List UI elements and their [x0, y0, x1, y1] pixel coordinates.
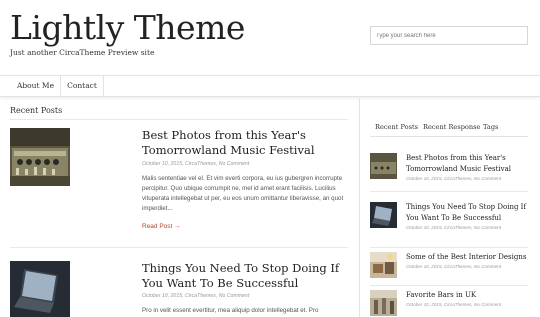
site-tagline: Just another CircaTheme Preview site	[10, 48, 155, 57]
post-excerpt: Pro in velit essent evertitur, mea aliqu…	[142, 307, 319, 314]
tab-recent-posts[interactable]: Recent Posts	[375, 123, 418, 131]
sidebar-post-title[interactable]: Best Photos from this Year's Tomorrowlan…	[406, 153, 528, 175]
sidebar-post-meta: October 10, 2015, CircaThemes, No Commen…	[406, 225, 501, 230]
post-meta: October 10, 2015, CircaThemes, No Commen…	[142, 161, 250, 167]
post-excerpt: Malis sententiae vel el. Et vim everti c…	[142, 175, 344, 212]
post-thumbnail-mixer[interactable]	[10, 128, 70, 186]
sidebar-tabs: Recent Posts Recent Response Tags	[370, 119, 528, 137]
post-divider	[10, 247, 348, 248]
sidebar-thumbnail-mixer[interactable]	[370, 153, 397, 179]
sidebar-post-title[interactable]: Favorite Bars in UK	[406, 290, 528, 301]
nav-item-contact[interactable]: Contact	[61, 76, 104, 96]
post-meta: October 10, 2015, CircaThemes, No Commen…	[142, 293, 250, 299]
sidebar-divider	[370, 191, 528, 192]
sidebar-thumbnail-bar[interactable]	[370, 290, 397, 316]
main-navigation: About Me Contact	[0, 75, 540, 97]
sidebar-divider	[370, 247, 528, 248]
sidebar-post-meta: October 10, 2015, CircaThemes, No Commen…	[406, 176, 501, 181]
sidebar-thumbnail-interior[interactable]	[370, 252, 397, 278]
sidebar-post-meta: October 10, 2015, CircaThemes, No Commen…	[406, 302, 501, 307]
sidebar-divider	[370, 285, 528, 286]
post-thumbnail-laptop[interactable]	[10, 261, 70, 317]
sidebar-post-title[interactable]: Some of the Best Interior Designs	[406, 252, 528, 263]
sidebar-post-title[interactable]: Things You Need To Stop Doing If You Wan…	[406, 202, 528, 224]
tab-tags[interactable]: Tags	[483, 123, 498, 131]
read-more-link[interactable]: Read Post →	[142, 223, 181, 230]
nav-item-about-me[interactable]: About Me	[10, 76, 61, 96]
section-divider	[10, 119, 348, 120]
site-title[interactable]: Lightly Theme	[10, 6, 245, 50]
sidebar-thumbnail-laptop[interactable]	[370, 202, 397, 228]
sidebar-post-meta: October 10, 2015, CircaThemes, No Commen…	[406, 264, 501, 269]
section-title: Recent Posts	[10, 106, 63, 115]
post-title[interactable]: Best Photos from this Year's Tomorrowlan…	[142, 128, 357, 158]
search-input[interactable]	[370, 26, 528, 45]
column-divider	[359, 98, 360, 317]
tab-recent-response[interactable]: Recent Response	[423, 123, 480, 131]
post-title[interactable]: Things You Need To Stop Doing If You Wan…	[142, 261, 357, 291]
